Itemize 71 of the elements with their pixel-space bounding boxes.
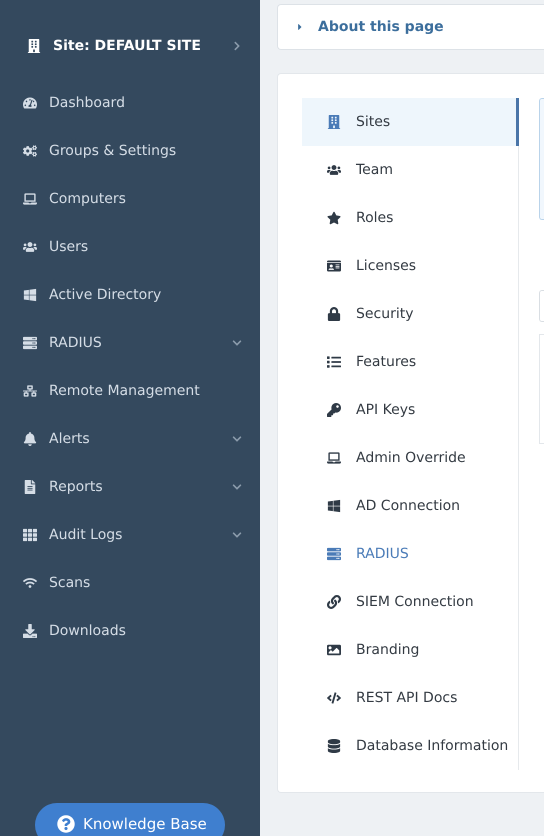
- download-icon: [23, 624, 37, 638]
- users-icon: [23, 240, 37, 254]
- dashboard-icon: [23, 96, 37, 110]
- sidebar-item[interactable]: Groups & Settings: [0, 127, 260, 175]
- settings-nav-item[interactable]: Features: [302, 338, 519, 386]
- sidebar-item-label: Alerts: [49, 431, 91, 447]
- id-card-icon: [327, 259, 341, 273]
- settings-nav-item[interactable]: Database Information: [302, 722, 519, 770]
- users-icon: [327, 163, 341, 177]
- sidebar-item-label: Audit Logs: [49, 527, 124, 543]
- star-icon: [327, 211, 341, 225]
- sidebar-item[interactable]: Users: [0, 223, 260, 271]
- sidebar-item[interactable]: Active Directory: [0, 271, 260, 319]
- settings-nav-item[interactable]: AD Connection: [302, 482, 519, 530]
- sidebar-item[interactable]: Remote Management: [0, 367, 260, 415]
- sidebar-item-label: Computers: [49, 191, 127, 207]
- bell-icon: [23, 432, 37, 446]
- sidebar-item[interactable]: Downloads: [0, 607, 260, 655]
- settings-nav-item[interactable]: Roles: [302, 194, 519, 242]
- sidebar-item[interactable]: RADIUS: [0, 319, 260, 367]
- settings-nav-item[interactable]: SIEM Connection: [302, 578, 519, 626]
- sidebar-item-label: Dashboard: [49, 95, 126, 111]
- about-panel[interactable]: About this page: [277, 4, 544, 50]
- laptop-icon: [327, 451, 341, 465]
- windows-icon: [327, 499, 341, 513]
- settings-nav-item[interactable]: Security: [302, 290, 519, 338]
- site-selector[interactable]: Site: DEFAULT SITE: [0, 30, 260, 62]
- sidebar-item-label: Users: [49, 239, 90, 255]
- knowledge-base-button[interactable]: Knowledge Base: [35, 803, 225, 836]
- sidebar-item-label: Remote Management: [49, 383, 201, 399]
- settings-nav-item[interactable]: API Keys: [302, 386, 519, 434]
- settings-nav-item[interactable]: Team: [302, 146, 519, 194]
- settings-nav-item[interactable]: Licenses: [302, 242, 519, 290]
- sidebar-item-label: Active Directory: [49, 287, 162, 303]
- server-icon: [23, 336, 37, 350]
- chevron-right-icon: [232, 41, 242, 51]
- settings-nav-item[interactable]: Sites: [302, 98, 519, 146]
- grid-icon: [23, 528, 37, 542]
- wifi-icon: [23, 576, 37, 590]
- sidebar-item[interactable]: Computers: [0, 175, 260, 223]
- image-icon: [327, 643, 341, 657]
- sidebar-item-label: RADIUS: [49, 335, 103, 351]
- settings-nav-item[interactable]: Branding: [302, 626, 519, 674]
- settings-nav-item[interactable]: RADIUS: [302, 530, 519, 578]
- database-icon: [327, 739, 341, 753]
- help-icon: [57, 815, 75, 833]
- sidebar-item[interactable]: Alerts: [0, 415, 260, 463]
- sidebar-item[interactable]: Audit Logs: [0, 511, 260, 559]
- code-icon: [327, 691, 341, 705]
- windows-icon: [23, 288, 37, 302]
- gears-icon: [23, 144, 37, 158]
- document-icon: [23, 480, 37, 494]
- sidebar-item-label: Reports: [49, 479, 104, 495]
- key-icon: [327, 403, 341, 417]
- sidebar-item-label: Groups & Settings: [49, 143, 178, 159]
- list-icon: [327, 355, 341, 369]
- building-icon: [27, 39, 41, 53]
- building-icon: [327, 115, 341, 129]
- lock-icon: [327, 307, 341, 321]
- sidebar-item-label: Scans: [49, 575, 92, 591]
- sidebar-item[interactable]: Reports: [0, 463, 260, 511]
- sidebar-item-label: Downloads: [49, 623, 127, 639]
- network-icon: [23, 384, 37, 398]
- settings-nav-item[interactable]: Admin Override: [302, 434, 519, 482]
- laptop-icon: [23, 192, 37, 206]
- sidebar-item[interactable]: Scans: [0, 559, 260, 607]
- settings-nav-item[interactable]: REST API Docs: [302, 674, 519, 722]
- link-icon: [327, 595, 341, 609]
- server-icon: [327, 547, 341, 561]
- input-field[interactable]: [539, 290, 544, 322]
- sidebar-item[interactable]: Dashboard: [0, 79, 260, 127]
